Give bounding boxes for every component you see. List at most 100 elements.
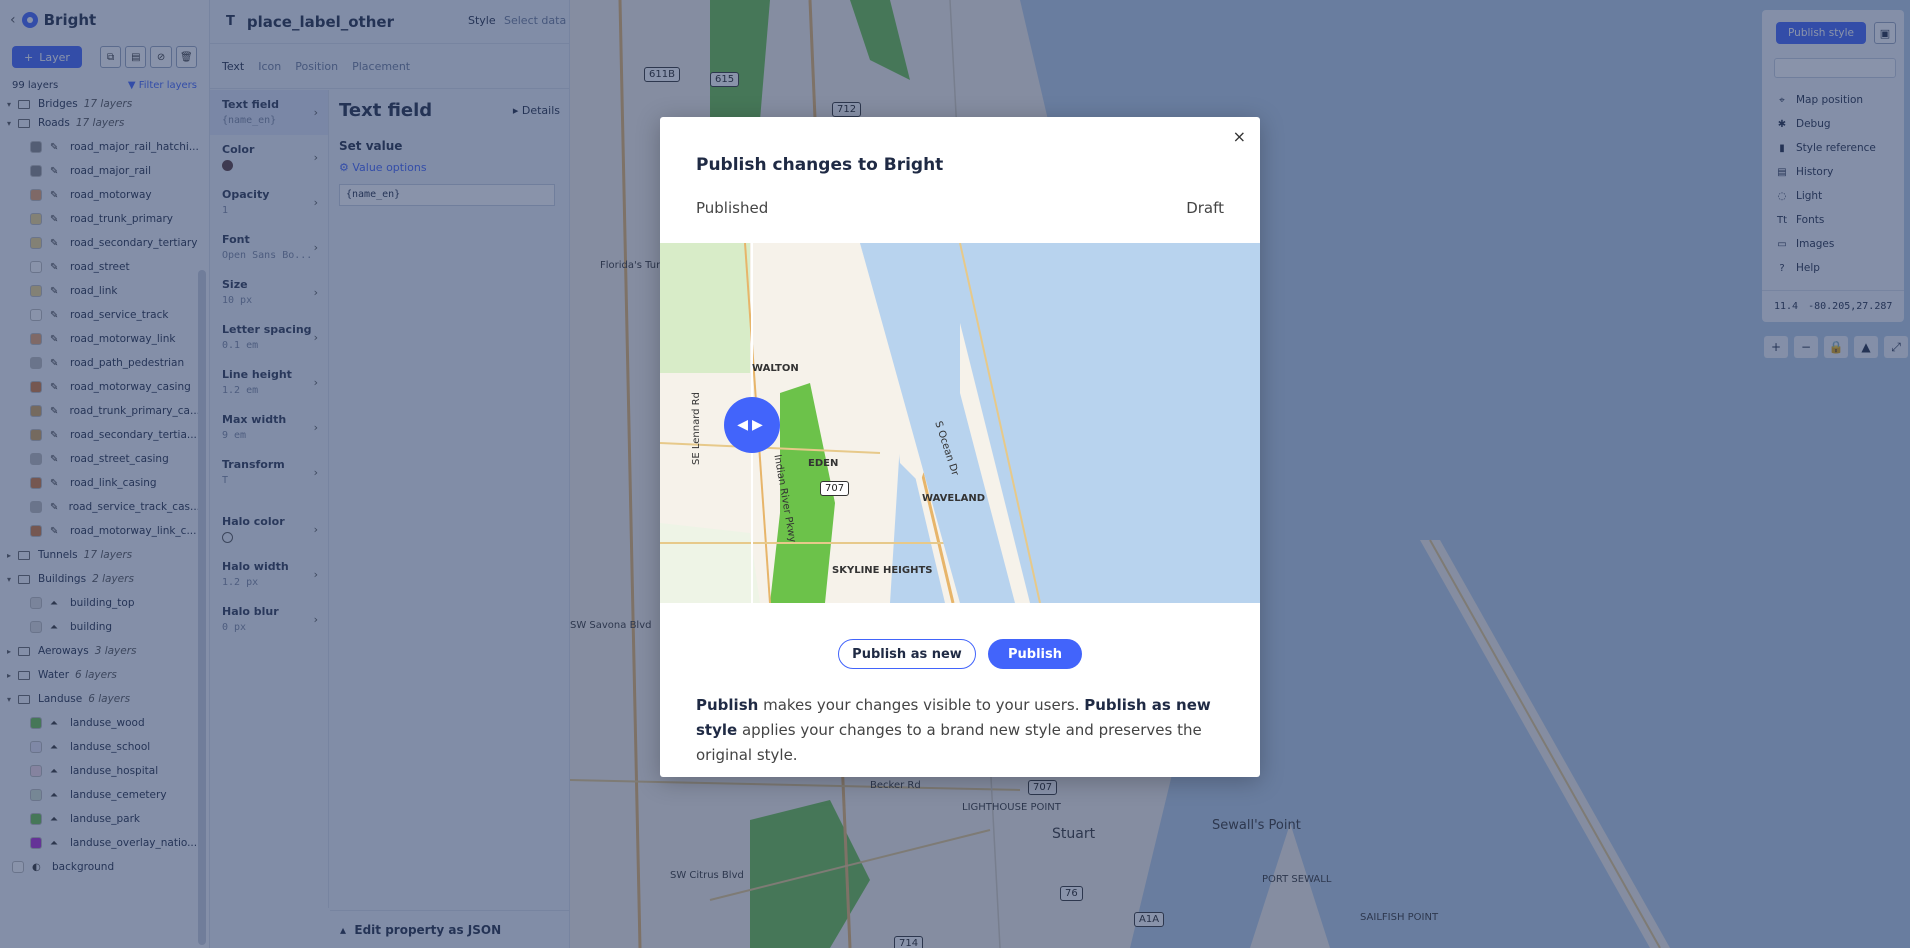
layer-name: building [70,621,113,633]
property-row[interactable]: Opacity 1 › [210,180,328,225]
layer-group-water[interactable]: ▸ Water 6 layers [0,663,200,687]
layer-item[interactable]: ✎ road_path_pedestrian [0,351,200,375]
menu-item[interactable]: ◌ Light [1776,184,1876,208]
value-options-button[interactable]: ⚙ Value options [339,161,560,174]
layer-item[interactable]: ⏶ landuse_cemetery [0,783,200,807]
compass-icon[interactable]: ▲ [1854,336,1878,358]
layer-item[interactable]: ✎ road_street [0,255,200,279]
layer-item[interactable]: ✎ road_motorway [0,183,200,207]
tab-position[interactable]: Position [295,60,338,73]
tab-placement[interactable]: Placement [352,60,410,73]
layer-item[interactable]: ✎ road_link [0,279,200,303]
duplicate-icon[interactable]: ⧉ [99,46,122,68]
menu-item[interactable]: Tt Fonts [1776,208,1876,232]
collapse-triangle-icon[interactable]: ▾ [0,100,18,109]
edit-json-button[interactable]: ▴ Edit property as JSON [330,910,570,948]
fullscreen-icon[interactable]: ⤢ [1884,336,1908,358]
tab-icon[interactable]: Icon [258,60,281,73]
filter-layers-button[interactable]: ▼ Filter layers [128,80,197,91]
menu-item-label: Map position [1796,94,1864,106]
layer-item[interactable]: ✎ road_service_track_cas... [0,495,200,519]
expand-triangle-icon[interactable]: ▸ [0,671,18,680]
layer-item[interactable]: ⏶ landuse_school [0,735,200,759]
search-input[interactable] [1774,58,1896,78]
save-icon[interactable]: ▣ [1874,22,1896,44]
layer-item[interactable]: ⏶ building [0,615,200,639]
layer-swatch [30,309,42,321]
property-row[interactable]: Color › [210,135,328,180]
layer-item[interactable]: ✎ road_link_casing [0,471,200,495]
menu-item[interactable]: ▮ Style reference [1776,136,1876,160]
property-row[interactable]: Text field {name_en} › [210,90,328,135]
property-row[interactable]: Font Open Sans Bo... › [210,225,328,270]
tab-select-data[interactable]: Select data [504,14,566,27]
folder-icon [18,550,30,560]
menu-item[interactable]: ⌖ Map position [1776,88,1876,112]
add-layer-button[interactable]: + Layer [12,46,82,68]
collapse-triangle-icon[interactable]: ▾ [0,695,18,704]
menu-item[interactable]: ? Help [1776,256,1876,280]
layer-name: landuse_wood [70,717,145,729]
layer-item[interactable]: ⏶ landuse_park [0,807,200,831]
group-icon[interactable]: ▤ [125,46,147,68]
details-toggle[interactable]: ▸ Details [513,104,560,117]
layer-item[interactable]: ✎ road_major_rail_hatchi... [0,135,200,159]
property-row[interactable]: Max width 9 em › [210,405,328,450]
layer-group-buildings[interactable]: ▾ Buildings 2 layers [0,567,200,591]
collapse-triangle-icon[interactable]: ▾ [0,575,18,584]
menu-item[interactable]: ▤ History [1776,160,1876,184]
hide-icon[interactable]: ⊘ [150,46,172,68]
close-icon[interactable]: × [1233,127,1246,146]
publish-as-new-button[interactable]: Publish as new [838,639,976,669]
layer-group-aeroways[interactable]: ▸ Aeroways 3 layers [0,639,200,663]
layer-item[interactable]: ✎ road_secondary_tertia... [0,423,200,447]
publish-button[interactable]: Publish [988,639,1082,669]
chevron-right-icon: › [313,376,318,389]
text-field-input[interactable]: {name_en} [339,184,555,206]
layer-item[interactable]: ✎ road_street_casing [0,447,200,471]
tab-style[interactable]: Style [468,14,496,27]
menu-item[interactable]: ✱ Debug [1776,112,1876,136]
collapse-triangle-icon[interactable]: ▾ [0,119,18,128]
property-row[interactable]: Halo color › [210,507,328,552]
layer-item[interactable]: ✎ road_motorway_link_c... [0,519,200,543]
layer-item[interactable]: ⏶ landuse_hospital [0,759,200,783]
layer-item[interactable]: ✎ road_motorway_link [0,327,200,351]
property-row[interactable]: Line height 1.2 em › [210,360,328,405]
compare-preview[interactable]: ◀▶ WALTON EDEN 707 WAVELAND SKYLINE HEIG… [660,243,1260,603]
property-row[interactable]: Size 10 px › [210,270,328,315]
layers-scrollbar[interactable] [198,270,206,945]
property-value: T [222,475,229,486]
layer-item[interactable]: ⏶ building_top [0,591,200,615]
layer-item[interactable]: ✎ road_major_rail [0,159,200,183]
layer-item[interactable]: ✎ road_motorway_casing [0,375,200,399]
layer-group-bridges[interactable]: ▾ Bridges 17 layers [0,97,200,111]
menu-item[interactable]: ▭ Images [1776,232,1876,256]
delete-icon[interactable]: 🗑 [175,46,198,68]
expand-triangle-icon[interactable]: ▸ [0,647,18,656]
property-label: Size [222,278,248,291]
layer-item[interactable]: ✎ road_secondary_tertiary [0,231,200,255]
zoom-in-icon[interactable]: + [1764,336,1788,358]
layer-group-roads[interactable]: ▾ Roads 17 layers [0,111,200,135]
layer-group-landuse[interactable]: ▾ Landuse 6 layers [0,687,200,711]
zoom-out-icon[interactable]: − [1794,336,1818,358]
layer-item[interactable]: ⏶ landuse_wood [0,711,200,735]
property-row[interactable]: Letter spacing 0.1 em › [210,315,328,360]
property-row[interactable]: Halo width 1.2 px › [210,552,328,597]
layer-item[interactable]: ⏶ landuse_overlay_natio... [0,831,200,855]
property-row[interactable]: Halo blur 0 px › [210,597,328,642]
layer-item[interactable]: ✎ road_trunk_primary [0,207,200,231]
layer-background[interactable]: ◐ background [0,855,200,879]
compare-handle[interactable]: ◀▶ [724,397,780,453]
expand-triangle-icon[interactable]: ▸ [0,551,18,560]
layer-item[interactable]: ✎ road_trunk_primary_ca... [0,399,200,423]
layer-item[interactable]: ✎ road_service_track [0,303,200,327]
layer-group-tunnels[interactable]: ▸ Tunnels 17 layers [0,543,200,567]
lock-icon[interactable]: 🔒 [1824,336,1848,358]
publish-style-button[interactable]: Publish style [1776,22,1866,44]
back-chevron-icon[interactable]: ‹ [10,12,16,28]
line-layer-icon: ✎ [50,141,59,153]
tab-text[interactable]: Text [222,60,244,73]
property-row[interactable]: Transform T › [210,450,328,495]
